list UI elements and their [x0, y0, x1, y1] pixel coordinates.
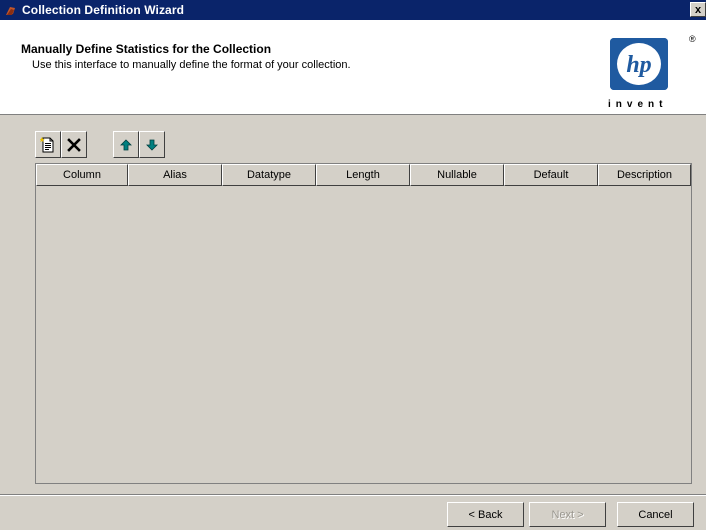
- new-row-button[interactable]: [35, 131, 61, 158]
- arrow-down-icon: [146, 139, 158, 151]
- column-header-description[interactable]: Description: [598, 164, 691, 186]
- hp-logo-mark: hp: [610, 38, 668, 90]
- statistics-table[interactable]: Column Alias Datatype Length Nullable De…: [35, 163, 692, 484]
- table-body[interactable]: [36, 186, 691, 483]
- back-button[interactable]: < Back: [447, 502, 524, 527]
- hp-tagline: invent: [608, 99, 668, 110]
- column-header-alias[interactable]: Alias: [128, 164, 222, 186]
- close-button[interactable]: x: [690, 2, 706, 17]
- wizard-header: Manually Define Statistics for the Colle…: [0, 20, 706, 115]
- column-header-default[interactable]: Default: [504, 164, 598, 186]
- table-header-row: Column Alias Datatype Length Nullable De…: [36, 164, 691, 186]
- column-header-length[interactable]: Length: [316, 164, 410, 186]
- cancel-button[interactable]: Cancel: [617, 502, 694, 527]
- delete-row-button[interactable]: [61, 131, 87, 158]
- next-button[interactable]: Next >: [529, 502, 606, 527]
- title-bar[interactable]: Collection Definition Wizard x: [0, 0, 706, 20]
- registered-mark: ®: [689, 34, 696, 44]
- column-header-column[interactable]: Column: [36, 164, 128, 186]
- move-up-button[interactable]: [113, 131, 139, 158]
- arrow-up-icon: [120, 138, 132, 151]
- page-subtitle: Use this interface to manually define th…: [32, 59, 351, 71]
- page-title: Manually Define Statistics for the Colle…: [21, 42, 272, 56]
- column-header-nullable[interactable]: Nullable: [410, 164, 504, 186]
- wizard-window: Collection Definition Wizard x Manually …: [0, 0, 706, 530]
- hp-logo: hp ® invent: [606, 34, 698, 114]
- move-down-button[interactable]: [139, 131, 165, 158]
- new-document-icon: [40, 136, 56, 153]
- footer-divider: [0, 494, 706, 496]
- window-title: Collection Definition Wizard: [22, 3, 185, 17]
- delete-x-icon: [66, 137, 82, 153]
- column-header-datatype[interactable]: Datatype: [222, 164, 316, 186]
- app-icon: [5, 4, 17, 16]
- hp-logo-text: hp: [626, 52, 651, 78]
